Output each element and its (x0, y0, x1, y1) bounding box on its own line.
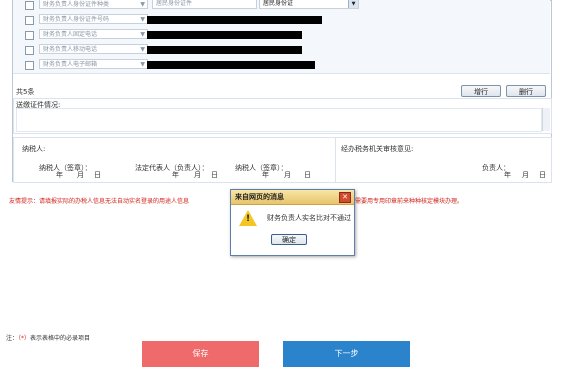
table-row: 财务负责人电子邮箱 ▼ (13, 58, 550, 74)
date-day: 日 (211, 171, 218, 179)
chevron-down-icon: ▼ (140, 46, 145, 53)
field-type-select[interactable]: 财务负责人身份证件种类 ▼ (39, 0, 148, 9)
taxpayer-header: 纳税人: (22, 145, 46, 153)
dialog-title: 来自网页的消息 (231, 190, 354, 205)
chevron-down-icon: ▼ (140, 61, 145, 68)
date-month: 月 (284, 171, 291, 179)
add-row-button[interactable]: 增行 (461, 85, 501, 97)
close-icon[interactable]: ✕ (339, 192, 351, 203)
date-year: 年 (262, 171, 269, 179)
date-day: 日 (94, 171, 101, 179)
id-type-select[interactable]: 居民身份证 ▼ (259, 0, 359, 9)
field-type-label: 财务负责人电子邮箱 (43, 61, 98, 68)
id-type-selected: 居民身份证 (263, 0, 294, 7)
date-day: 日 (304, 171, 311, 179)
notes-section: 送缴证件情况: (13, 98, 552, 134)
date-month: 月 (77, 171, 84, 179)
table-row: 财务负责人移动电话 ▼ (13, 43, 550, 59)
save-button[interactable]: 保存 (142, 341, 259, 367)
warning-text-right: 需要用专用印章前来种种核定模块办理。 (355, 198, 464, 205)
ok-button[interactable]: 确定 (271, 234, 307, 245)
row-checkbox[interactable] (25, 31, 34, 40)
footnote: 注：（*）表示表格中的必录项目 (6, 333, 90, 342)
chevron-down-icon[interactable]: ▼ (348, 0, 358, 8)
redacted-value[interactable] (147, 31, 302, 39)
field-type-select[interactable]: 财务负责人身份证件号码 ▼ (39, 14, 148, 24)
alert-dialog: 来自网页的消息 ✕ ! 财务负责人实名比对不通过 确定 (230, 189, 355, 256)
notes-textarea[interactable] (16, 108, 542, 132)
chevron-down-icon: ▼ (140, 16, 145, 23)
field-type-select[interactable]: 财务负责人固定电话 ▼ (39, 29, 148, 39)
warning-icon: ! (239, 210, 257, 226)
row-checkbox[interactable] (25, 61, 34, 70)
next-step-button[interactable]: 下一步 (283, 341, 410, 367)
delete-row-button[interactable]: 删行 (506, 85, 546, 97)
footnote-prefix: 注： (6, 335, 19, 342)
table-row: 财务负责人固定电话 ▼ (13, 28, 550, 44)
dialog-message: 财务负责人实名比对不通过 (267, 214, 351, 222)
divider (335, 138, 336, 182)
notes-scrollbar[interactable] (542, 108, 550, 131)
table-row: 财务负责人身份证件种类 ▼ 居民身份证件 居民身份证 ▼ (13, 0, 550, 14)
field-type-label: 财务负责人身份证件号码 (43, 16, 110, 23)
row-checkbox[interactable] (25, 1, 34, 10)
record-count: 共5条 (16, 88, 35, 96)
required-marker: （*） (18, 335, 31, 342)
field-type-label: 财务负责人固定电话 (43, 31, 98, 38)
redacted-value[interactable] (147, 16, 322, 24)
table-footer: 共5条 增行 删行 (13, 85, 550, 98)
date-day: 日 (539, 171, 546, 179)
redacted-value[interactable] (147, 46, 302, 54)
row-checkbox[interactable] (25, 46, 34, 55)
row-checkbox[interactable] (25, 16, 34, 25)
date-year: 年 (504, 171, 511, 179)
date-month: 月 (194, 171, 201, 179)
field-type-select[interactable]: 财务负责人移动电话 ▼ (39, 44, 148, 54)
field-type-select[interactable]: 财务负责人电子邮箱 ▼ (39, 59, 148, 69)
footnote-text: 表示表格中的必录项目 (30, 335, 91, 342)
table-row: 财务负责人身份证件号码 ▼ (13, 13, 550, 29)
tax-office-header: 经办税务机关审核意见: (341, 145, 414, 153)
warning-text-left: 友情提示：请填报实际的办税人信息无法自动实名登录的用途人信息 (9, 198, 190, 205)
chevron-down-icon: ▼ (140, 31, 145, 38)
date-month: 月 (522, 171, 529, 179)
field-type-label: 财务负责人身份证件种类 (43, 1, 110, 8)
date-year: 年 (56, 171, 63, 179)
redacted-value[interactable] (147, 61, 315, 69)
signature-section: 纳税人: 经办税务机关审核意见: 纳税人（签章）： 法定代表人（负责人）： 纳税… (13, 137, 552, 183)
field-value-input[interactable]: 居民身份证件 (152, 0, 257, 9)
date-year: 年 (172, 171, 179, 179)
field-type-label: 财务负责人移动电话 (43, 46, 98, 53)
chevron-down-icon: ▼ (140, 1, 145, 8)
